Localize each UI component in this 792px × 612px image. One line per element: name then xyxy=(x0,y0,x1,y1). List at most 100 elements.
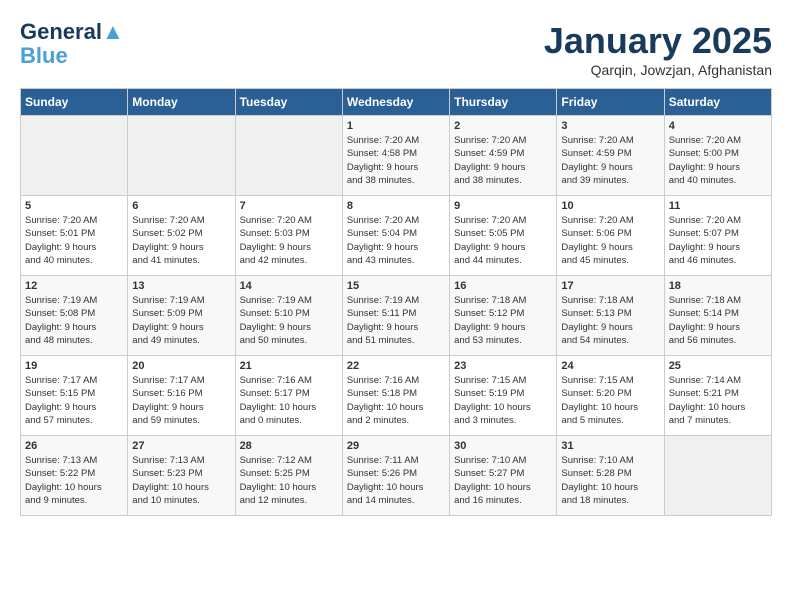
day-info: Sunrise: 7:16 AM Sunset: 5:18 PM Dayligh… xyxy=(347,374,445,427)
day-number: 21 xyxy=(240,360,338,372)
day-number: 23 xyxy=(454,360,552,372)
weekday-header: Wednesday xyxy=(342,89,449,116)
weekday-header: Monday xyxy=(128,89,235,116)
title-area: January 2025 Qarqin, Jowzjan, Afghanista… xyxy=(544,20,772,78)
day-info: Sunrise: 7:20 AM Sunset: 5:05 PM Dayligh… xyxy=(454,214,552,267)
day-info: Sunrise: 7:20 AM Sunset: 4:59 PM Dayligh… xyxy=(454,134,552,187)
calendar-cell: 3 Sunrise: 7:20 AM Sunset: 4:59 PM Daylig… xyxy=(557,116,664,196)
calendar-cell: 2Sunrise: 7:20 AM Sunset: 4:59 PM Daylig… xyxy=(450,116,557,196)
day-info: Sunrise: 7:19 AM Sunset: 5:09 PM Dayligh… xyxy=(132,294,230,347)
day-info: Sunrise: 7:15 AM Sunset: 5:20 PM Dayligh… xyxy=(561,374,659,427)
calendar-cell: 14 Sunrise: 7:19 AM Sunset: 5:10 PM Dayli… xyxy=(235,276,342,356)
calendar-cell xyxy=(128,116,235,196)
day-number: 13 xyxy=(132,280,230,292)
calendar-week-row: 1Sunrise: 7:20 AM Sunset: 4:58 PM Daylig… xyxy=(21,116,772,196)
day-info: Sunrise: 7:17 AM Sunset: 5:15 PM Dayligh… xyxy=(25,374,123,427)
day-info: Sunrise: 7:20 AM Sunset: 5:03 PM Dayligh… xyxy=(240,214,338,267)
calendar-cell: 18 Sunrise: 7:18 AM Sunset: 5:14 PM Dayli… xyxy=(664,276,771,356)
calendar-cell: 26 Sunrise: 7:13 AM Sunset: 5:22 PM Dayli… xyxy=(21,436,128,516)
calendar-cell: 25 Sunrise: 7:14 AM Sunset: 5:21 PM Dayli… xyxy=(664,356,771,436)
day-number: 20 xyxy=(132,360,230,372)
calendar-cell: 21 Sunrise: 7:16 AM Sunset: 5:17 PM Dayli… xyxy=(235,356,342,436)
day-number: 17 xyxy=(561,280,659,292)
calendar-cell: 29 Sunrise: 7:11 AM Sunset: 5:26 PM Dayli… xyxy=(342,436,449,516)
day-info: Sunrise: 7:12 AM Sunset: 5:25 PM Dayligh… xyxy=(240,454,338,507)
day-info: Sunrise: 7:13 AM Sunset: 5:23 PM Dayligh… xyxy=(132,454,230,507)
day-number: 6 xyxy=(132,200,230,212)
weekday-header: Saturday xyxy=(664,89,771,116)
calendar-cell: 1Sunrise: 7:20 AM Sunset: 4:58 PM Daylig… xyxy=(342,116,449,196)
day-number: 4 xyxy=(669,120,767,132)
calendar-cell: 5 Sunrise: 7:20 AM Sunset: 5:01 PM Daylig… xyxy=(21,196,128,276)
calendar-table: SundayMondayTuesdayWednesdayThursdayFrid… xyxy=(20,88,772,516)
calendar-cell: 27 Sunrise: 7:13 AM Sunset: 5:23 PM Dayli… xyxy=(128,436,235,516)
weekday-header: Sunday xyxy=(21,89,128,116)
day-info: Sunrise: 7:20 AM Sunset: 4:58 PM Dayligh… xyxy=(347,134,445,187)
logo: General▲ Blue xyxy=(20,20,124,68)
logo-text: General▲ Blue xyxy=(20,20,124,68)
day-info: Sunrise: 7:13 AM Sunset: 5:22 PM Dayligh… xyxy=(25,454,123,507)
calendar-cell: 22 Sunrise: 7:16 AM Sunset: 5:18 PM Dayli… xyxy=(342,356,449,436)
day-info: Sunrise: 7:20 AM Sunset: 5:07 PM Dayligh… xyxy=(669,214,767,267)
calendar-cell: 28 Sunrise: 7:12 AM Sunset: 5:25 PM Dayli… xyxy=(235,436,342,516)
calendar-cell: 23 Sunrise: 7:15 AM Sunset: 5:19 PM Dayli… xyxy=(450,356,557,436)
calendar-title: January 2025 xyxy=(544,20,772,62)
day-info: Sunrise: 7:19 AM Sunset: 5:08 PM Dayligh… xyxy=(25,294,123,347)
day-info: Sunrise: 7:19 AM Sunset: 5:11 PM Dayligh… xyxy=(347,294,445,347)
day-number: 12 xyxy=(25,280,123,292)
day-number: 3 xyxy=(561,120,659,132)
day-number: 15 xyxy=(347,280,445,292)
calendar-cell: 7 Sunrise: 7:20 AM Sunset: 5:03 PM Daylig… xyxy=(235,196,342,276)
day-number: 31 xyxy=(561,440,659,452)
day-info: Sunrise: 7:17 AM Sunset: 5:16 PM Dayligh… xyxy=(132,374,230,427)
calendar-week-row: 5 Sunrise: 7:20 AM Sunset: 5:01 PM Daylig… xyxy=(21,196,772,276)
day-number: 16 xyxy=(454,280,552,292)
day-info: Sunrise: 7:19 AM Sunset: 5:10 PM Dayligh… xyxy=(240,294,338,347)
day-info: Sunrise: 7:18 AM Sunset: 5:12 PM Dayligh… xyxy=(454,294,552,347)
day-number: 5 xyxy=(25,200,123,212)
day-info: Sunrise: 7:15 AM Sunset: 5:19 PM Dayligh… xyxy=(454,374,552,427)
day-number: 27 xyxy=(132,440,230,452)
day-info: Sunrise: 7:20 AM Sunset: 5:00 PM Dayligh… xyxy=(669,134,767,187)
calendar-subtitle: Qarqin, Jowzjan, Afghanistan xyxy=(544,62,772,78)
calendar-cell: 19Sunrise: 7:17 AM Sunset: 5:15 PM Dayli… xyxy=(21,356,128,436)
day-number: 22 xyxy=(347,360,445,372)
calendar-cell: 30Sunrise: 7:10 AM Sunset: 5:27 PM Dayli… xyxy=(450,436,557,516)
day-number: 11 xyxy=(669,200,767,212)
calendar-cell: 6 Sunrise: 7:20 AM Sunset: 5:02 PM Daylig… xyxy=(128,196,235,276)
day-info: Sunrise: 7:20 AM Sunset: 5:04 PM Dayligh… xyxy=(347,214,445,267)
day-number: 7 xyxy=(240,200,338,212)
day-number: 29 xyxy=(347,440,445,452)
day-number: 10 xyxy=(561,200,659,212)
day-info: Sunrise: 7:20 AM Sunset: 5:01 PM Dayligh… xyxy=(25,214,123,267)
day-info: Sunrise: 7:14 AM Sunset: 5:21 PM Dayligh… xyxy=(669,374,767,427)
day-number: 14 xyxy=(240,280,338,292)
day-info: Sunrise: 7:20 AM Sunset: 5:02 PM Dayligh… xyxy=(132,214,230,267)
day-number: 8 xyxy=(347,200,445,212)
calendar-cell: 16 Sunrise: 7:18 AM Sunset: 5:12 PM Dayli… xyxy=(450,276,557,356)
calendar-cell: 8 Sunrise: 7:20 AM Sunset: 5:04 PM Daylig… xyxy=(342,196,449,276)
day-info: Sunrise: 7:18 AM Sunset: 5:14 PM Dayligh… xyxy=(669,294,767,347)
weekday-header: Thursday xyxy=(450,89,557,116)
day-number: 18 xyxy=(669,280,767,292)
calendar-cell: 10 Sunrise: 7:20 AM Sunset: 5:06 PM Dayli… xyxy=(557,196,664,276)
day-info: Sunrise: 7:11 AM Sunset: 5:26 PM Dayligh… xyxy=(347,454,445,507)
calendar-cell: 24Sunrise: 7:15 AM Sunset: 5:20 PM Dayli… xyxy=(557,356,664,436)
header: General▲ Blue January 2025 Qarqin, Jowzj… xyxy=(20,20,772,78)
day-number: 28 xyxy=(240,440,338,452)
calendar-cell: 4 Sunrise: 7:20 AM Sunset: 5:00 PM Daylig… xyxy=(664,116,771,196)
calendar-cell: 15 Sunrise: 7:19 AM Sunset: 5:11 PM Dayli… xyxy=(342,276,449,356)
day-info: Sunrise: 7:20 AM Sunset: 4:59 PM Dayligh… xyxy=(561,134,659,187)
day-info: Sunrise: 7:20 AM Sunset: 5:06 PM Dayligh… xyxy=(561,214,659,267)
calendar-cell: 17Sunrise: 7:18 AM Sunset: 5:13 PM Dayli… xyxy=(557,276,664,356)
calendar-cell: 13 Sunrise: 7:19 AM Sunset: 5:09 PM Dayli… xyxy=(128,276,235,356)
calendar-cell: 12 Sunrise: 7:19 AM Sunset: 5:08 PM Dayli… xyxy=(21,276,128,356)
day-number: 30 xyxy=(454,440,552,452)
day-number: 26 xyxy=(25,440,123,452)
day-info: Sunrise: 7:16 AM Sunset: 5:17 PM Dayligh… xyxy=(240,374,338,427)
day-number: 25 xyxy=(669,360,767,372)
calendar-cell: 31 Sunrise: 7:10 AM Sunset: 5:28 PM Dayli… xyxy=(557,436,664,516)
calendar-cell xyxy=(21,116,128,196)
day-info: Sunrise: 7:10 AM Sunset: 5:28 PM Dayligh… xyxy=(561,454,659,507)
calendar-cell: 20 Sunrise: 7:17 AM Sunset: 5:16 PM Dayli… xyxy=(128,356,235,436)
